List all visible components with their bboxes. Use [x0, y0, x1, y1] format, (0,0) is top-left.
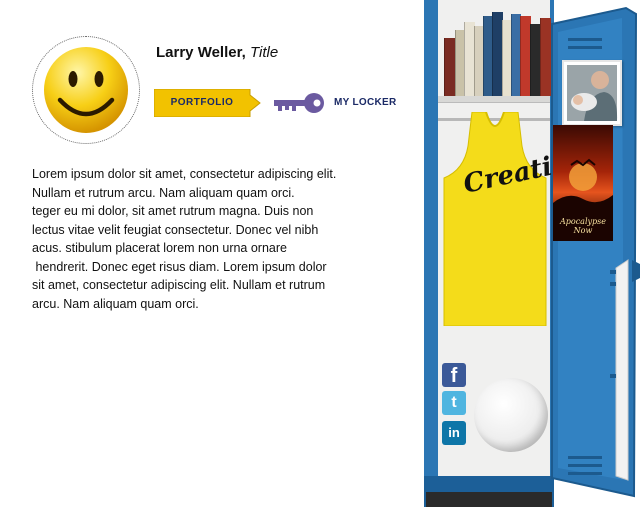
movie-poster: Apocalypse Now — [553, 125, 613, 241]
bio-line: hendrerit. Donec eget risus diam. Lorem … — [32, 259, 327, 274]
shelf — [438, 96, 550, 103]
smiley-face-icon — [44, 47, 128, 133]
bio-line: acus. stibulum placerat lorem non urna o… — [32, 241, 287, 255]
my-locker-link[interactable]: MY LOCKER — [334, 97, 397, 108]
bio-line: teger eu mi dolor, sit amet rutrum magna… — [32, 204, 314, 218]
bio-line: lectus vitae velit feugiat consectetur. … — [32, 222, 319, 237]
photo-image — [567, 65, 618, 121]
profile-name-text: Larry Weller, — [156, 44, 246, 61]
facebook-icon[interactable]: f — [442, 363, 466, 387]
portfolio-button[interactable]: PORTFOLIO — [154, 89, 264, 117]
bio-line: sit amet, consectetur adipiscing elit. N… — [32, 278, 326, 292]
key-icon[interactable] — [274, 92, 326, 114]
poster-title: Apocalypse Now — [559, 217, 606, 235]
linkedin-icon[interactable]: in — [442, 421, 466, 445]
avatar — [32, 36, 140, 144]
profile-title: Title — [249, 44, 279, 61]
golf-ball — [474, 378, 548, 452]
tank-top — [443, 112, 547, 326]
locker: Creative f t in Apocalypse Now — [424, 0, 642, 507]
bio-line: Lorem ipsum dolor sit amet, consectetur … — [32, 167, 337, 181]
locker-foot — [426, 492, 552, 507]
portfolio-label: PORTFOLIO — [170, 97, 234, 108]
profile-name: Larry Weller, Title — [156, 44, 278, 61]
bio-line: arcu. Nam aliquam quam orci. — [32, 296, 199, 311]
baby-photo — [562, 60, 622, 126]
bio-line: Nullam et rutrum arcu. Nam aliquam quam … — [32, 185, 295, 200]
twitter-icon[interactable]: t — [442, 391, 466, 415]
bio-text: Lorem ipsum dolor sit amet, consectetur … — [32, 165, 377, 313]
